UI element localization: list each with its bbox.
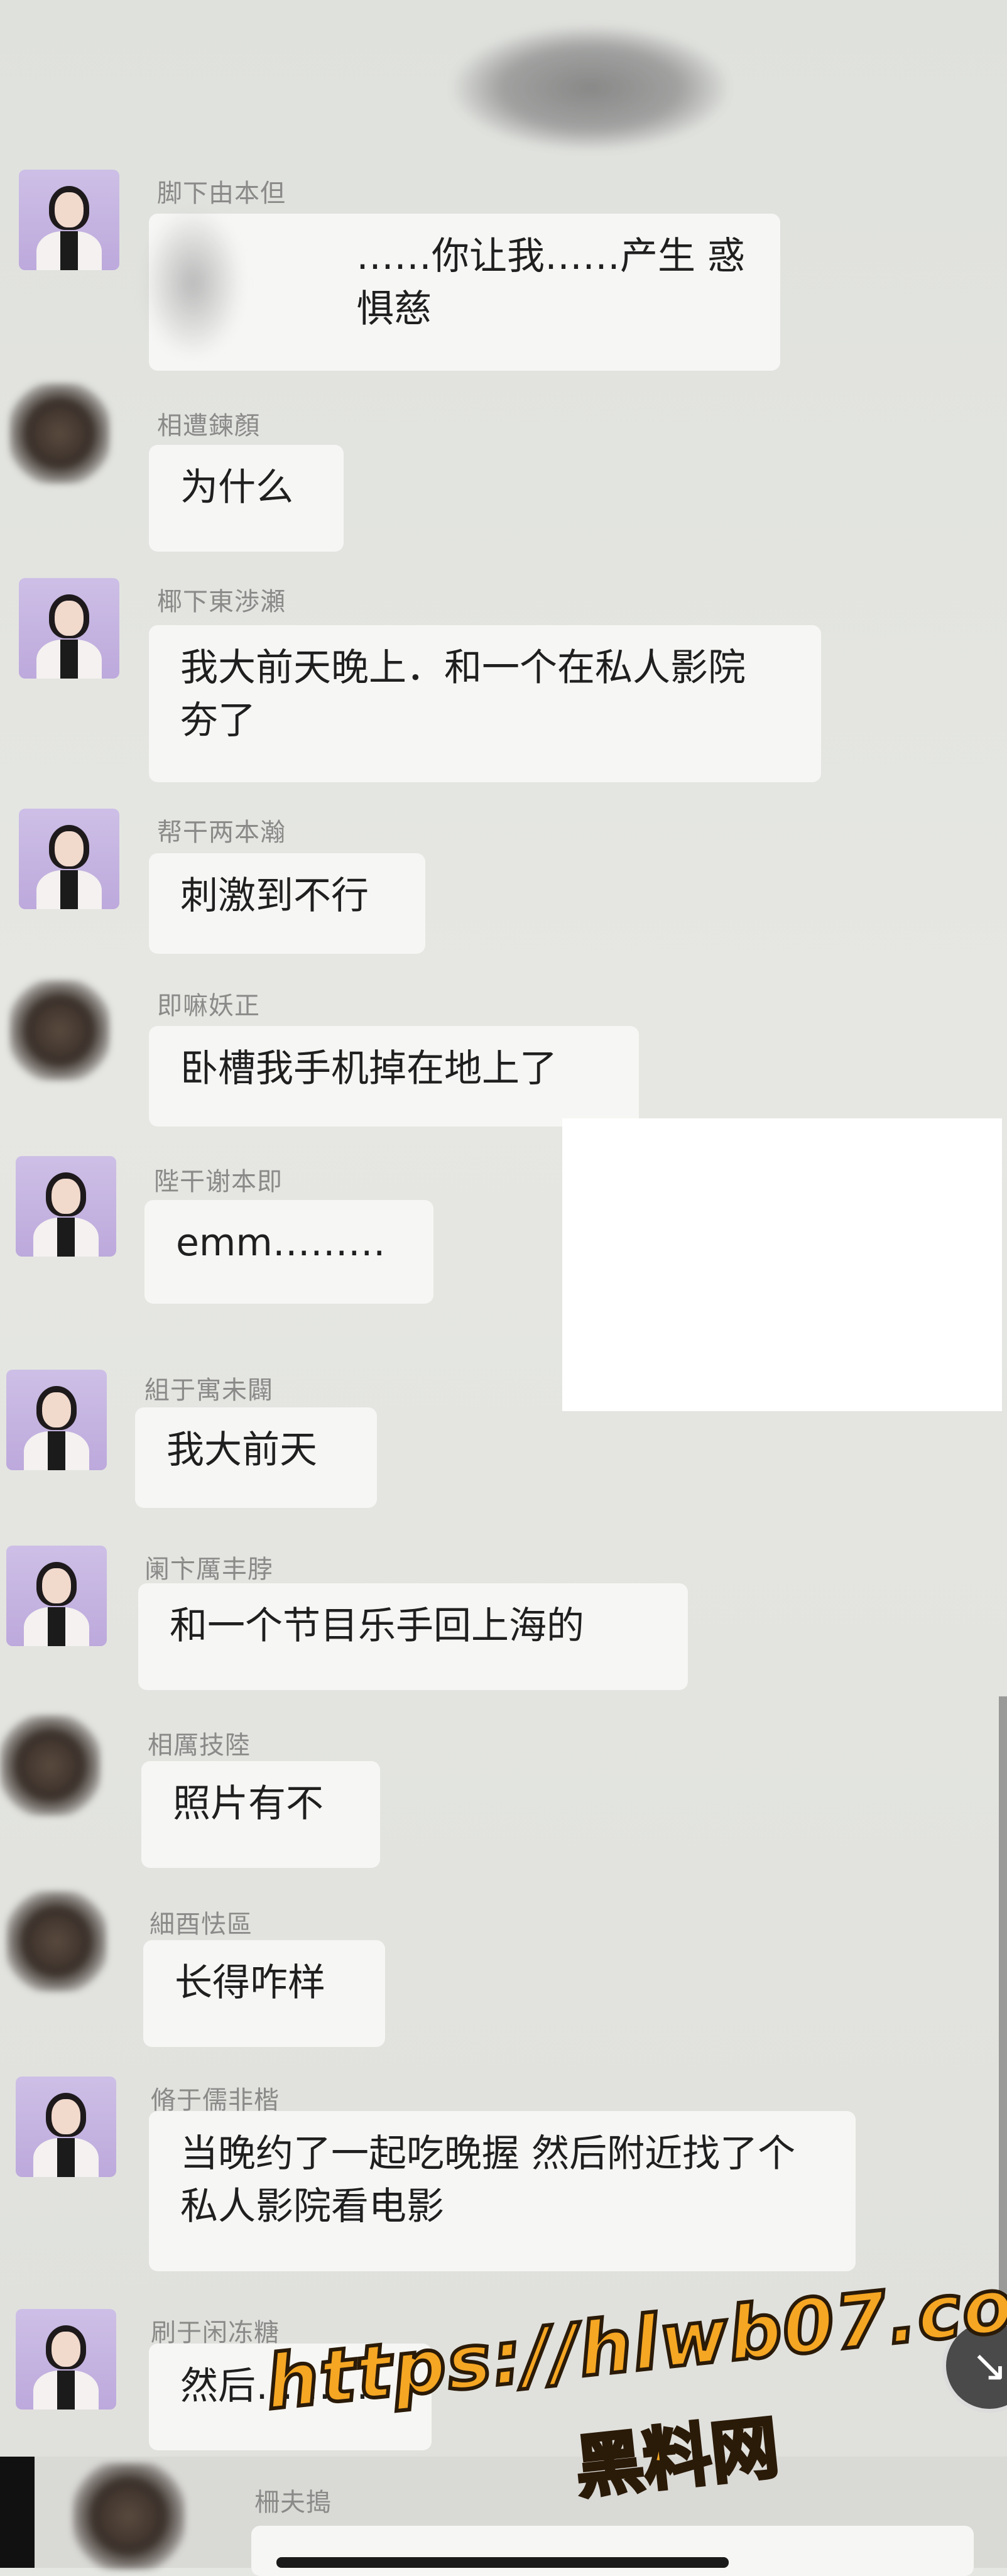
sender-name: 組于寓未闢 xyxy=(144,1376,273,1405)
message-bubble[interactable]: emm……… xyxy=(144,1200,433,1304)
sender-name: 椰下東渉瀬 xyxy=(157,587,286,616)
avatar[interactable] xyxy=(19,578,119,679)
sender-name: 相遭鍊顏 xyxy=(157,412,260,440)
blurred-header xyxy=(452,25,729,151)
avatar[interactable] xyxy=(9,980,110,1081)
avatar[interactable] xyxy=(6,1370,107,1470)
avatar[interactable] xyxy=(72,2463,185,2570)
message-text: 卧槽我手机掉在地上了 xyxy=(180,1047,557,1091)
home-indicator xyxy=(276,2557,729,2568)
sender-name: 即嘛妖正 xyxy=(157,991,260,1020)
avatar[interactable] xyxy=(6,1546,107,1646)
message-text: emm……… xyxy=(176,1221,386,1265)
message-bubble[interactable]: 当晚约了一起吃晚握 然后附近找了个私人影院看电影 xyxy=(149,2111,856,2271)
message-bubble[interactable]: 为什么 xyxy=(149,445,344,552)
watermark-url: https://hlwb07.com xyxy=(259,2251,1007,2428)
sender-name: 相厲技陸 xyxy=(148,1731,251,1760)
message-bubble[interactable]: ……你让我……产生 惑惧慈 xyxy=(143,207,780,371)
scrollbar[interactable] xyxy=(999,1696,1007,2325)
avatar[interactable] xyxy=(19,809,119,909)
sender-name: 陛干谢本即 xyxy=(154,1167,283,1196)
blurred-region xyxy=(143,207,243,358)
message-text: 当晚约了一起吃晚握 然后附近找了个私人影院看电影 xyxy=(180,2132,796,2229)
message-bubble[interactable]: 卧槽我手机掉在地上了 xyxy=(149,1026,639,1127)
message-bubble[interactable]: 长得咋样 xyxy=(143,1940,385,2047)
sender-name: 帮干两本瀚 xyxy=(157,818,286,847)
message-bubble[interactable]: 我大前天晚上．和一个在私人影院 夯了 xyxy=(149,625,821,782)
avatar[interactable] xyxy=(0,1715,101,1816)
sender-name: 阑卞厲丰脖 xyxy=(144,1555,273,1584)
avatar[interactable] xyxy=(19,170,119,270)
message-text: 为什么 xyxy=(180,466,293,510)
message-bubble[interactable]: 我大前天 xyxy=(135,1407,377,1508)
message-text: 刺激到不行 xyxy=(180,874,369,918)
message-text: 照片有不 xyxy=(173,1782,324,1826)
message-bubble[interactable]: 和一个节目乐手回上海的 xyxy=(138,1583,688,1690)
sender-name: 脚下由本但 xyxy=(157,179,286,208)
message-text: 我大前天 xyxy=(166,1428,317,1472)
avatar[interactable] xyxy=(16,2309,116,2410)
avatar[interactable] xyxy=(16,2077,116,2177)
sender-name: 柵夫搗 xyxy=(254,2488,332,2517)
partial-message-row: 柵夫搗 xyxy=(35,2457,1007,2576)
avatar[interactable] xyxy=(16,1156,116,1257)
message-bubble[interactable]: 刺激到不行 xyxy=(149,853,425,954)
message-text: 我大前天晚上．和一个在私人影院 夯了 xyxy=(180,646,746,743)
chat-screen: 脚下由本但 ……你让我……产生 惑惧慈 相遭鍊顏 为什么 椰下東渉瀬 我大前天晚… xyxy=(0,0,1007,2576)
covered-region xyxy=(562,1118,1002,1411)
avatar[interactable] xyxy=(6,1891,107,1992)
sender-name: 細酉怯區 xyxy=(150,1910,253,1939)
message-bubble[interactable] xyxy=(251,2526,974,2576)
message-text: ……你让我……产生 惑惧慈 xyxy=(356,234,746,331)
message-text: 和一个节目乐手回上海的 xyxy=(170,1604,584,1648)
message-bubble[interactable]: 照片有不 xyxy=(141,1761,380,1868)
avatar[interactable] xyxy=(9,383,110,484)
message-text: 长得咋样 xyxy=(175,1961,325,2005)
